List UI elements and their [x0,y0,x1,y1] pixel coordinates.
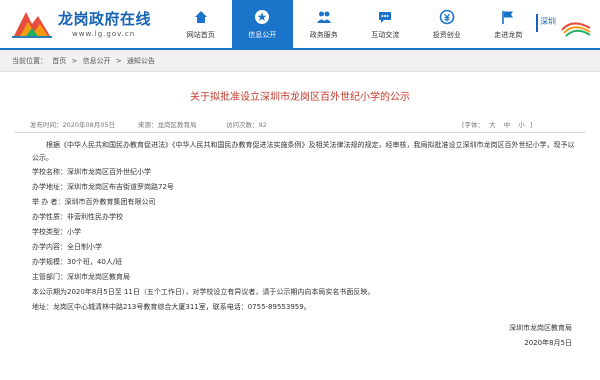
logo-mark-icon [12,12,52,38]
field-school-name: 学校名称：深圳市龙岗区百外世纪小学 [32,168,151,176]
site-title: 龙岗政府在线 [58,10,152,28]
breadcrumb-separator: > [115,57,122,65]
breadcrumb-link-notice[interactable]: 通知公告 [127,57,155,65]
signature: 深圳市龙岗区教育局 [509,324,572,332]
view-count: 访问次数：92 [226,121,267,129]
publish-time: 发布时间：2020年08月05日 [30,121,116,129]
chat-icon [377,9,393,25]
main-nav: 网站首页 信息公开 政务服务 互动交流 投资创业 走进龙岗 [170,0,539,48]
field-scale: 办学规模：30个班，40人/班 [32,258,123,266]
breadcrumb-prefix: 当前位置： [12,57,47,65]
brand-right-text: 深圳 [540,16,556,26]
nav-label-home: 网站首页 [186,30,215,39]
nav-label-info-public: 信息公开 [248,30,277,39]
site-logo[interactable]: 龙岗政府在线 www.lg.gov.cn [10,4,152,46]
nav-label-about: 走进龙岗 [494,30,523,39]
article-meta: 发布时间：2020年08月05日 来源：龙岗区教育局 访问次数：92 [字体： … [14,117,586,133]
nav-item-gov-service[interactable]: 政务服务 [293,0,355,48]
nav-label-interaction: 互动交流 [371,30,400,39]
nav-item-about[interactable]: 走进龙岗 [478,0,540,48]
article-intro: 根据《中华人民共和国民办教育促进法》《中华人民共和国民办教育促进法实施条例》及相… [32,141,575,162]
site-header: 龙岗政府在线 www.lg.gov.cn 网站首页 信息公开 政务服务 互动交流… [0,0,600,50]
flag-icon [500,9,516,25]
font-size-close: ] [529,121,533,129]
notice-period: 本公示期为2020年8月5日至 11日（五个工作日），对学校设立有异议者，请于公… [32,288,375,296]
font-size-small-button[interactable]: 小 [518,121,525,129]
contact-info: 地址：龙岗区中心城清林中路213号教育综合大厦311室，联系电话：0755-89… [32,303,311,311]
breadcrumb: 当前位置： 首页 > 信息公开 > 通知公告 [0,50,600,72]
nav-item-home[interactable]: 网站首页 [170,0,232,48]
breadcrumb-link-info-public[interactable]: 信息公开 [83,57,111,65]
article-body: 根据《中华人民共和国民办教育促进法》《中华人民共和国民办教育促进法实施条例》及相… [14,139,586,351]
font-size-medium-button[interactable]: 中 [504,121,511,129]
nav-label-gov-service: 政务服务 [309,30,338,39]
shenzhen-brand-logo: 深圳 [536,14,591,37]
money-icon [439,9,455,25]
field-organizer: 举 办 者：深圳市百外教育集团有限公司 [32,198,156,206]
star-icon [254,9,270,25]
field-address: 办学地址：深圳市龙岗区布吉街道罗岗路72号 [32,183,174,191]
field-nature: 办学性质：非营利性民办学校 [32,213,123,221]
breadcrumb-separator: > [71,57,78,65]
signature-date: 2020年8月5日 [524,339,572,347]
article-source: 来源：龙岗区教育局 [138,121,197,129]
field-content: 办学内容：全日制小学 [32,243,102,251]
nav-item-invest[interactable]: 投资创业 [416,0,478,48]
field-school-type: 学校类型：小学 [32,228,81,236]
article-container: 关于拟批准设立深圳市龙岗区百外世纪小学的公示 发布时间：2020年08月05日 … [0,88,600,351]
nav-item-interaction[interactable]: 互动交流 [355,0,417,48]
nav-label-invest: 投资创业 [432,30,461,39]
font-size-control: [字体： 大 中 小 ] [462,119,532,129]
field-authority: 主管部门：深圳市龙岗区教育局 [32,273,130,281]
font-size-label: [字体： [462,121,485,129]
nav-item-info-public[interactable]: 信息公开 [231,0,293,48]
home-icon [193,9,209,25]
breadcrumb-link-home[interactable]: 首页 [52,57,66,65]
people-icon [316,9,332,25]
article-title: 关于拟批准设立深圳市龙岗区百外世纪小学的公示 [190,92,410,103]
site-url: www.lg.gov.cn [72,30,136,38]
font-size-large-button[interactable]: 大 [489,121,496,129]
